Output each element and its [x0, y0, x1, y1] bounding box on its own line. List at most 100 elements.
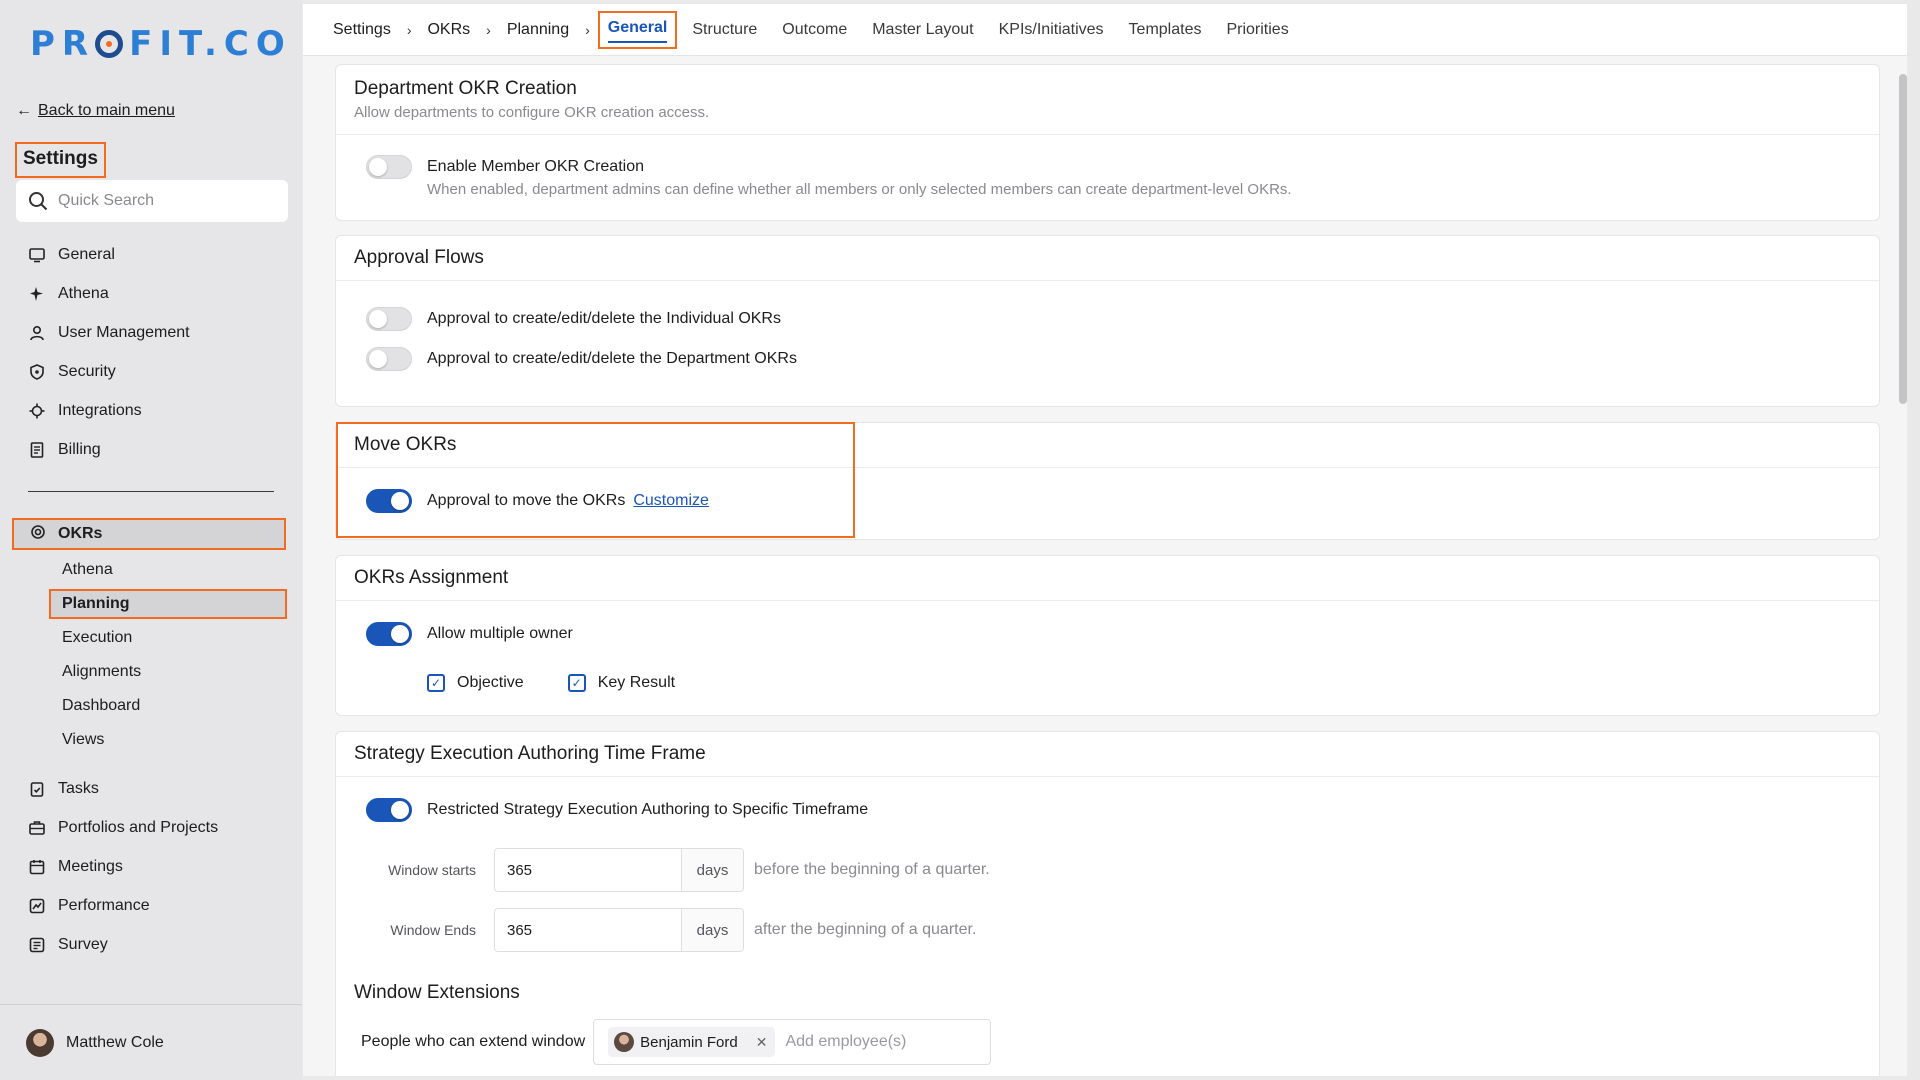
- okrs-sub-planning[interactable]: Planning: [49, 589, 287, 619]
- restricted-timeframe-row: Restricted Strategy Execution Authoring …: [366, 798, 868, 822]
- search-icon: [29, 192, 48, 211]
- sidebar-item-label: Billing: [58, 440, 101, 458]
- sidebar-item-security[interactable]: Security: [28, 352, 288, 391]
- tab-outcome[interactable]: Outcome: [782, 21, 847, 39]
- sidebar-item-performance[interactable]: Performance: [28, 886, 288, 925]
- approval-department-okrs-label: Approval to create/edit/delete the Depar…: [427, 350, 797, 367]
- people-extend-window-field[interactable]: Benjamin Ford ✕: [593, 1019, 992, 1065]
- chevron-right-icon: ›: [406, 21, 412, 38]
- sidebar-item-okrs[interactable]: OKRs: [12, 518, 286, 550]
- okrs-target-icon: [30, 524, 46, 545]
- breadcrumb-planning[interactable]: Planning: [507, 21, 569, 39]
- card-title: OKRs Assignment: [354, 567, 509, 588]
- survey-icon: [28, 936, 46, 954]
- settings-nav: General Athena User Management Security …: [28, 235, 288, 469]
- tab-master-layout[interactable]: Master Layout: [872, 21, 973, 39]
- objective-checkbox[interactable]: ✓ Objective: [427, 674, 524, 692]
- sidebar-item-athena[interactable]: Athena: [28, 274, 288, 313]
- tab-structure[interactable]: Structure: [692, 21, 757, 39]
- approval-department-row: Approval to create/edit/delete the Depar…: [366, 347, 797, 371]
- sidebar-item-label: Integrations: [58, 401, 142, 419]
- window-starts-input[interactable]: [495, 849, 681, 891]
- arrow-left-icon: ←: [16, 102, 32, 119]
- strategy-timeframe-card: Strategy Execution Authoring Time Frame …: [335, 731, 1880, 1076]
- card-header: Department OKR Creation Allow department…: [336, 65, 1879, 135]
- sidebar-item-general[interactable]: General: [28, 235, 288, 274]
- breadcrumb-okrs[interactable]: OKRs: [427, 21, 470, 39]
- allow-multiple-owner-toggle[interactable]: [366, 622, 412, 646]
- restricted-timeframe-toggle[interactable]: [366, 798, 412, 822]
- close-icon[interactable]: ✕: [756, 1034, 768, 1051]
- logo-suffix: FIT.CO: [129, 24, 292, 64]
- scrollbar[interactable]: [1899, 74, 1907, 404]
- shield-icon: [28, 363, 46, 381]
- window-starts-unit: days: [681, 849, 743, 891]
- calendar-icon: [28, 858, 46, 876]
- monitor-icon: [28, 246, 46, 264]
- main-content: Settings › OKRs › Planning › General Str…: [303, 4, 1907, 1076]
- top-navigation: Settings › OKRs › Planning › General Str…: [303, 4, 1907, 56]
- move-okrs-highlight: [336, 422, 855, 538]
- okrs-sub-dashboard[interactable]: Dashboard: [62, 689, 288, 723]
- current-user[interactable]: Matthew Cole: [0, 1004, 302, 1080]
- sparkle-icon: [28, 285, 46, 303]
- sidebar-item-portfolios[interactable]: Portfolios and Projects: [28, 808, 288, 847]
- add-employee-input[interactable]: [785, 1033, 936, 1051]
- current-user-name: Matthew Cole: [66, 1033, 164, 1051]
- window-extensions-title: Window Extensions: [354, 982, 520, 1003]
- sidebar-item-integrations[interactable]: Integrations: [28, 391, 288, 430]
- sidebar-item-meetings[interactable]: Meetings: [28, 847, 288, 886]
- checkmark-icon: ✓: [427, 674, 445, 692]
- allow-multiple-owner-row: Allow multiple owner: [366, 622, 573, 646]
- approval-individual-okrs-toggle[interactable]: [366, 307, 412, 331]
- sidebar-item-billing[interactable]: Billing: [28, 430, 288, 469]
- people-extend-window-label: People who can extend window: [361, 1033, 586, 1050]
- window-ends-label: Window Ends: [390, 922, 476, 938]
- okrs-sub-athena[interactable]: Athena: [62, 553, 288, 587]
- sidebar-item-tasks[interactable]: Tasks: [28, 769, 288, 808]
- okrs-assignment-card: OKRs Assignment Allow multiple owner ✓ O…: [335, 555, 1880, 716]
- window-ends-input[interactable]: [495, 909, 681, 951]
- tab-templates[interactable]: Templates: [1129, 21, 1202, 39]
- sidebar-item-user-management[interactable]: User Management: [28, 313, 288, 352]
- breadcrumb-settings[interactable]: Settings: [333, 21, 391, 39]
- owner-type-options: ✓ Objective ✓ Key Result: [427, 674, 675, 692]
- okrs-sub-views[interactable]: Views: [62, 723, 288, 757]
- okrs-sub-alignments[interactable]: Alignments: [62, 655, 288, 689]
- chevron-right-icon: ›: [585, 21, 590, 38]
- sidebar-item-survey[interactable]: Survey: [28, 925, 288, 964]
- approval-individual-row: Approval to create/edit/delete the Indiv…: [366, 307, 781, 331]
- card-header: Strategy Execution Authoring Time Frame: [336, 732, 1879, 777]
- card-subtitle: Allow departments to configure OKR creat…: [354, 104, 710, 121]
- receipt-icon: [28, 441, 46, 459]
- quick-search-input[interactable]: [58, 192, 258, 210]
- tab-kpis-initiatives[interactable]: KPIs/Initiatives: [999, 21, 1104, 39]
- enable-member-okr-creation-toggle[interactable]: [366, 155, 412, 179]
- tab-general[interactable]: General: [597, 10, 678, 49]
- quick-search[interactable]: [16, 180, 288, 222]
- approval-flows-card: Approval Flows Approval to create/edit/d…: [335, 235, 1880, 407]
- logo-target-icon: [95, 30, 124, 58]
- user-icon: [28, 324, 46, 342]
- sidebar-item-label: General: [58, 245, 115, 263]
- approval-department-okrs-toggle[interactable]: [366, 347, 412, 371]
- avatar: [614, 1032, 635, 1052]
- avatar: [26, 1028, 54, 1057]
- window-starts-row: Window starts days before the beginning …: [346, 848, 990, 892]
- key-result-label: Key Result: [597, 674, 676, 691]
- sidebar-item-okrs-label: OKRs: [58, 525, 103, 542]
- back-to-main-menu-link[interactable]: ← Back to main menu: [16, 102, 175, 120]
- okrs-subnav: Athena Planning Execution Alignments Das…: [49, 553, 288, 757]
- tab-priorities[interactable]: Priorities: [1226, 21, 1288, 39]
- window-starts-description: before the beginning of a quarter.: [754, 861, 990, 878]
- logo-prefix: PR: [30, 24, 96, 64]
- okrs-sub-execution[interactable]: Execution: [62, 621, 288, 655]
- clipboard-icon: [28, 780, 46, 798]
- enable-member-okr-creation-label: Enable Member OKR Creation: [427, 158, 644, 175]
- back-to-main-menu-label: Back to main menu: [38, 102, 175, 119]
- profit-co-logo[interactable]: PR FIT.CO: [30, 24, 292, 64]
- key-result-checkbox[interactable]: ✓ Key Result: [567, 674, 676, 692]
- card-header: OKRs Assignment: [336, 556, 1879, 601]
- enable-member-okr-creation-description: When enabled, department admins can defi…: [427, 181, 1292, 198]
- sidebar-item-label: Security: [58, 362, 116, 380]
